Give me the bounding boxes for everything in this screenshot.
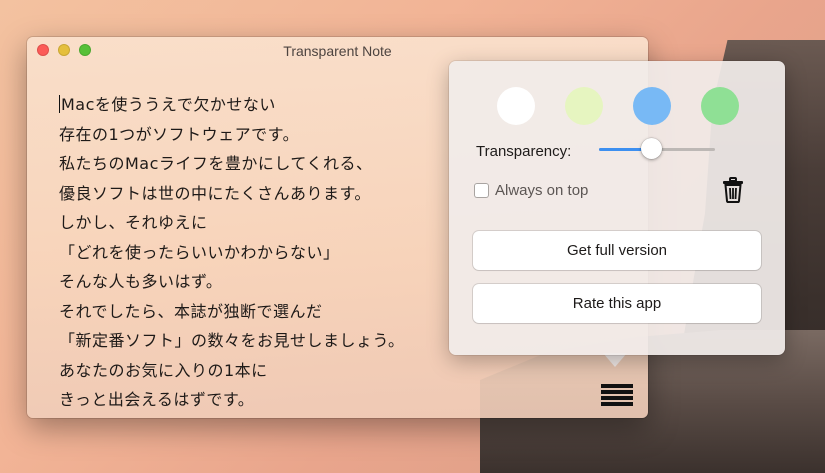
note-line: そんな人も多いはず。 <box>59 272 223 291</box>
window-title: Transparent Note <box>283 43 392 59</box>
note-line: 「新定番ソフト」の数々をお見せしましょう。 <box>59 331 405 350</box>
get-full-version-button[interactable]: Get full version <box>473 231 761 270</box>
note-text-area[interactable]: Macを使ううえで欠かせない 存在の1つがソフトウェアです。 私たちのMacライ… <box>59 90 405 415</box>
note-line: それでしたら、本誌が独断で選んだ <box>59 301 323 321</box>
always-on-top-toggle[interactable]: Always on top <box>474 182 588 199</box>
rate-app-button[interactable]: Rate this app <box>473 284 761 323</box>
always-on-top-checkbox[interactable] <box>474 183 489 198</box>
swatch-white[interactable] <box>497 87 535 125</box>
swatch-light-green[interactable] <box>565 87 603 125</box>
swatch-blue[interactable] <box>633 87 671 125</box>
list-icon[interactable] <box>601 384 633 406</box>
transparency-label: Transparency: <box>476 143 572 160</box>
note-line: きっと出会えるはずです。 <box>59 390 255 409</box>
trash-icon[interactable] <box>722 177 744 203</box>
text-caret <box>59 95 60 113</box>
swatch-green[interactable] <box>701 87 739 125</box>
slider-thumb[interactable] <box>641 138 663 159</box>
note-line: 存在の1つがソフトウェアです。 <box>59 124 300 144</box>
transparency-slider[interactable] <box>599 138 715 160</box>
popover-arrow <box>603 353 627 367</box>
note-line: しかし、それゆえに <box>59 213 208 232</box>
note-line: 私たちのMacライフを豊かにしてくれる、 <box>59 154 373 173</box>
settings-popover: Transparency: Always on top Get full ver… <box>449 61 785 355</box>
note-line: Macを使ううえで欠かせない <box>59 95 276 114</box>
note-line: 「どれを使ったらいいかわからない」 <box>59 242 340 262</box>
always-on-top-label: Always on top <box>495 182 589 199</box>
note-line: 優良ソフトは世の中にたくさんあります。 <box>59 183 371 203</box>
note-line: あなたのお気に入りの1本に <box>59 360 268 380</box>
color-swatches <box>497 87 739 125</box>
